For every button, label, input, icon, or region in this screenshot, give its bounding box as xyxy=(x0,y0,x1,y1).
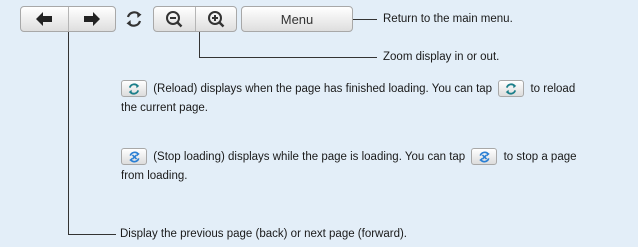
back-forward-callout-line-vertical xyxy=(68,32,69,234)
stop-description-text-2: to stop a page xyxy=(503,151,577,163)
stop-description-text-3: from loading. xyxy=(121,170,188,182)
forward-button[interactable] xyxy=(67,7,116,31)
reload-description-text-3: the current page. xyxy=(121,102,208,114)
reload-inline-button xyxy=(121,80,147,98)
zoom-in-icon xyxy=(207,11,225,28)
menu-button-label: Menu xyxy=(280,11,314,27)
reload-button[interactable] xyxy=(121,8,147,30)
zoom-out-icon xyxy=(166,11,183,28)
menu-button[interactable]: Menu xyxy=(241,6,353,32)
zoom-callout-line-horizontal xyxy=(199,57,377,58)
stop-loading-icon xyxy=(128,151,140,163)
stop-loading-description: (Stop loading) displays while the page i… xyxy=(121,148,638,186)
zoom-in-button[interactable] xyxy=(194,7,237,31)
reload-inline-button-2 xyxy=(498,80,525,98)
stop-loading-icon xyxy=(479,151,490,163)
arrow-left-icon xyxy=(36,12,53,26)
menu-callout-line xyxy=(353,19,377,20)
zoom-callout-text: Zoom display in or out. xyxy=(383,51,500,63)
zoom-out-button[interactable] xyxy=(154,7,195,31)
zoom-callout-line-vertical xyxy=(199,32,200,57)
reload-icon xyxy=(506,83,517,95)
arrow-right-icon xyxy=(83,12,100,26)
stop-description-text-1: (Stop loading) displays while the page i… xyxy=(153,151,466,163)
back-forward-buttons xyxy=(20,6,116,32)
stop-inline-button xyxy=(121,148,147,166)
stop-inline-button-2 xyxy=(471,148,498,166)
zoom-buttons xyxy=(153,6,237,32)
reload-icon xyxy=(128,83,140,95)
menu-callout-text: Return to the main menu. xyxy=(383,13,513,25)
browser-controls-help-panel: Menu Return to the main menu. Zoom displ… xyxy=(0,0,638,247)
reload-description-text-2: to reload xyxy=(530,83,576,95)
back-button[interactable] xyxy=(21,7,68,31)
reload-description-text-1: (Reload) displays when the page has fini… xyxy=(153,83,493,95)
reload-description: (Reload) displays when the page has fini… xyxy=(121,80,638,118)
back-forward-callout-line-horizontal xyxy=(68,234,116,235)
back-forward-callout-text: Display the previous page (back) or next… xyxy=(120,228,408,240)
reload-icon xyxy=(126,11,142,27)
